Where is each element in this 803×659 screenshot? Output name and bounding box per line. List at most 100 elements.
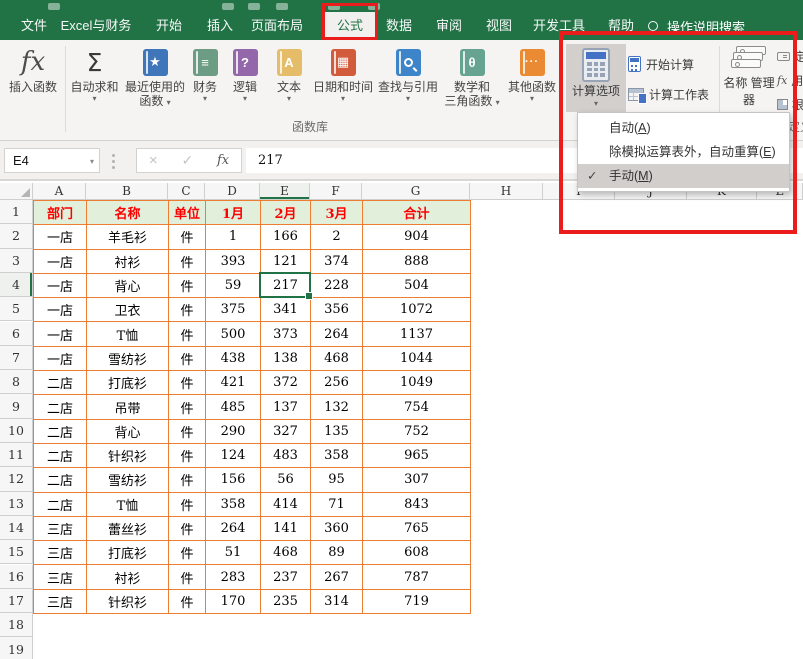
cell[interactable]: 51 [206, 541, 261, 565]
cell[interactable]: 137 [261, 395, 311, 419]
cell[interactable]: 138 [261, 346, 311, 370]
tab-数据[interactable]: 数据 [374, 12, 424, 40]
cell[interactable]: 500 [206, 322, 261, 346]
cell[interactable]: 121 [261, 249, 311, 273]
cell[interactable]: 一店 [34, 273, 87, 297]
cell[interactable]: 358 [311, 443, 363, 467]
cancel-icon[interactable]: × [149, 153, 158, 168]
cell[interactable]: 307 [363, 468, 471, 492]
row-header-19[interactable]: 19 [0, 637, 33, 659]
tab-页面布局[interactable]: 页面布局 [239, 12, 315, 40]
cell[interactable]: 卫衣 [87, 298, 169, 322]
cell[interactable]: 雪纺衫 [87, 468, 169, 492]
column-header-B[interactable]: B [86, 183, 168, 200]
tab-视图[interactable]: 视图 [474, 12, 524, 40]
column-header-D[interactable]: D [205, 183, 260, 200]
cell[interactable]: 327 [261, 419, 311, 443]
cell[interactable]: 752 [363, 419, 471, 443]
header-cell[interactable]: 合计 [363, 201, 471, 225]
cell[interactable]: 吊带 [87, 395, 169, 419]
cell[interactable]: 283 [206, 565, 261, 589]
cell[interactable]: 235 [261, 589, 311, 613]
quick-access-icon[interactable] [276, 3, 288, 10]
cell[interactable]: 56 [261, 468, 311, 492]
cell[interactable]: 314 [311, 589, 363, 613]
row-header-9[interactable]: 9 [0, 394, 33, 418]
insert-function-button[interactable]: fx 插入函数 [2, 44, 64, 114]
cell[interactable]: 件 [169, 565, 206, 589]
column-header-C[interactable]: C [168, 183, 205, 200]
cell[interactable]: 二店 [34, 492, 87, 516]
cell[interactable]: 965 [363, 443, 471, 467]
row-header-1[interactable]: 1 [0, 200, 33, 224]
cell[interactable]: 一店 [34, 346, 87, 370]
cell[interactable]: 124 [206, 443, 261, 467]
name-box[interactable]: E4 ▾ [4, 148, 100, 173]
row-header-7[interactable]: 7 [0, 346, 33, 370]
cell[interactable]: 375 [206, 298, 261, 322]
cell[interactable]: 2 [311, 225, 363, 249]
cell[interactable]: 件 [169, 589, 206, 613]
select-all-corner[interactable] [0, 183, 33, 200]
cell[interactable]: 打底衫 [87, 371, 169, 395]
cell[interactable]: 一店 [34, 298, 87, 322]
quick-access-icon[interactable] [222, 3, 234, 10]
logical-button[interactable]: ? 逻辑 ▾ [224, 44, 266, 114]
column-header-A[interactable]: A [33, 183, 86, 200]
cell[interactable]: 59 [206, 273, 261, 297]
column-header-G[interactable]: G [362, 183, 470, 200]
tab-开始[interactable]: 开始 [144, 12, 194, 40]
cell[interactable]: 264 [311, 322, 363, 346]
cell[interactable]: 438 [206, 346, 261, 370]
cell[interactable]: 羊毛衫 [87, 225, 169, 249]
cell[interactable]: 件 [169, 516, 206, 540]
cell[interactable]: 一店 [34, 249, 87, 273]
row-header-10[interactable]: 10 [0, 419, 33, 443]
cell[interactable]: 打底衫 [87, 541, 169, 565]
cell[interactable]: 504 [363, 273, 471, 297]
cell[interactable]: 141 [261, 516, 311, 540]
enter-icon[interactable]: ✓ [181, 152, 193, 169]
quick-access-icon[interactable] [48, 3, 60, 10]
cell[interactable]: 468 [311, 346, 363, 370]
cell[interactable]: 1072 [363, 298, 471, 322]
cell[interactable]: 三店 [34, 541, 87, 565]
cell[interactable]: 二店 [34, 395, 87, 419]
cell[interactable]: 71 [311, 492, 363, 516]
cell[interactable]: 414 [261, 492, 311, 516]
cell[interactable]: 719 [363, 589, 471, 613]
cell[interactable]: 件 [169, 443, 206, 467]
row-header-18[interactable]: 18 [0, 613, 33, 637]
cell[interactable]: 264 [206, 516, 261, 540]
financial-button[interactable]: ≡ 财务 ▾ [184, 44, 226, 114]
header-cell[interactable]: 1月 [206, 201, 261, 225]
cell[interactable]: 483 [261, 443, 311, 467]
cell[interactable]: 件 [169, 419, 206, 443]
cell[interactable]: 888 [363, 249, 471, 273]
column-header-E[interactable]: E [260, 183, 310, 200]
cell[interactable]: 件 [169, 322, 206, 346]
cell[interactable]: 件 [169, 298, 206, 322]
cell[interactable]: T恤 [87, 492, 169, 516]
cell[interactable]: 件 [169, 346, 206, 370]
tab-审阅[interactable]: 审阅 [424, 12, 474, 40]
column-header-H[interactable]: H [470, 183, 543, 200]
cell[interactable]: 件 [169, 249, 206, 273]
header-cell[interactable]: 单位 [169, 201, 206, 225]
cell[interactable]: 356 [311, 298, 363, 322]
cell[interactable]: 360 [311, 516, 363, 540]
cell[interactable]: 雪纺衫 [87, 346, 169, 370]
insert-function-fx-icon[interactable]: fx [217, 153, 229, 168]
cell[interactable]: 132 [311, 395, 363, 419]
cell[interactable]: T恤 [87, 322, 169, 346]
selected-cell-outline[interactable] [259, 272, 311, 298]
cell[interactable]: 件 [169, 492, 206, 516]
cell[interactable]: 358 [206, 492, 261, 516]
cell[interactable]: 件 [169, 541, 206, 565]
cell[interactable]: 373 [261, 322, 311, 346]
cell[interactable]: 904 [363, 225, 471, 249]
cell[interactable]: 1049 [363, 371, 471, 395]
cell[interactable]: 三店 [34, 565, 87, 589]
row-header-2[interactable]: 2 [0, 224, 33, 248]
header-cell[interactable]: 2月 [261, 201, 311, 225]
